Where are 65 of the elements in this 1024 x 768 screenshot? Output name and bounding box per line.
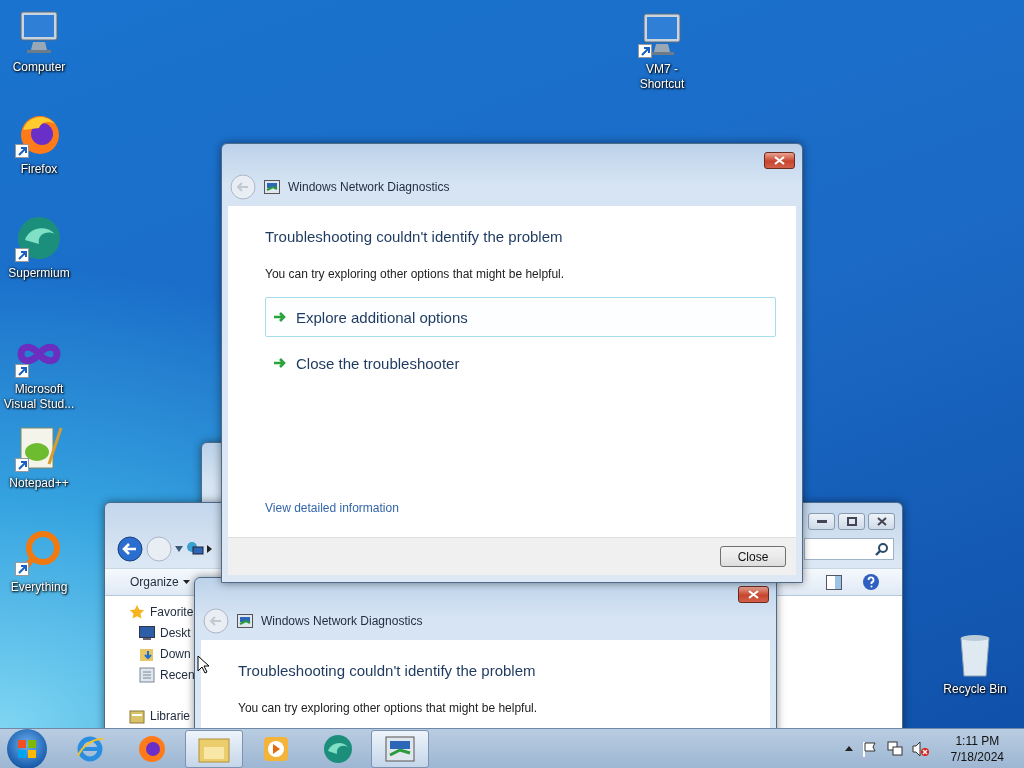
star-icon <box>129 603 145 620</box>
details-link[interactable]: View detailed information <box>265 501 796 515</box>
desktop-icon-label[interactable]: Firefox <box>20 162 58 177</box>
network-monitor-icon <box>385 735 415 762</box>
library-icon <box>129 707 145 724</box>
nav-item[interactable]: Deskt <box>160 625 191 640</box>
sphere-logo-icon <box>322 732 354 765</box>
close-button[interactable] <box>764 152 795 169</box>
clock-date: 7/18/2024 <box>950 748 1004 765</box>
nav-item[interactable]: Down <box>160 646 191 661</box>
close-icon <box>748 590 759 599</box>
organize-menu[interactable]: Organize <box>130 575 190 589</box>
desktop-icon-label[interactable]: VM7 - Shortcut <box>623 62 701 92</box>
taskbar-app-button[interactable] <box>371 729 429 768</box>
intro-text: You can try exploring other options that might be helpful. <box>265 267 566 281</box>
sphere-logo-icon <box>15 214 63 262</box>
heading: Troubleshooting couldn't identify the problem <box>238 662 537 679</box>
start-button[interactable] <box>7 728 47 768</box>
intro-text: You can try exploring other options that might be helpful. <box>238 701 539 715</box>
nav-item[interactable]: Recen <box>160 667 195 682</box>
desktop-icon-label[interactable]: Supermium <box>8 266 70 281</box>
nav-item[interactable]: Favorite <box>150 604 194 619</box>
network-icon <box>186 541 204 557</box>
fox-globe-icon <box>137 733 167 764</box>
recent-places-icon <box>139 666 155 683</box>
network-monitor-icon <box>237 614 253 628</box>
desktop-icon-label[interactable]: Computer <box>12 60 66 75</box>
help-icon[interactable] <box>862 573 880 591</box>
flag-icon[interactable] <box>861 740 878 757</box>
heading: Troubleshooting couldn't identify the problem <box>265 228 564 245</box>
chevron-up-icon[interactable] <box>844 746 853 751</box>
window-title: Windows Network Diagnostics <box>261 614 423 628</box>
maximize-icon <box>846 517 857 526</box>
windows-logo-icon <box>17 738 37 759</box>
close-icon <box>876 517 887 526</box>
window-title: Windows Network Diagnostics <box>288 180 450 194</box>
nav-item[interactable]: Librarie <box>150 708 191 723</box>
network-icon[interactable] <box>886 740 903 757</box>
dropdown-caret-icon[interactable] <box>175 546 183 552</box>
clock[interactable]: 1:11 PM 7/18/2024 <box>950 732 1004 765</box>
search-icon <box>875 542 889 556</box>
close-button[interactable] <box>738 586 769 603</box>
option-link[interactable]: Close the troubleshooter <box>265 343 776 383</box>
desktop-icon-label[interactable]: Microsoft Visual Stud... <box>0 382 78 412</box>
option-link[interactable]: Explore additional options <box>265 297 776 337</box>
clock-time: 1:11 PM <box>955 732 1000 749</box>
caret-icon <box>182 580 190 584</box>
minimize-icon <box>816 519 827 524</box>
muted-speaker-icon[interactable] <box>911 740 930 757</box>
back-button[interactable] <box>117 536 143 562</box>
preview-pane-icon[interactable] <box>826 574 842 590</box>
play-icon <box>262 734 290 763</box>
close-button[interactable]: Close <box>720 546 786 567</box>
close-icon <box>774 156 785 165</box>
maximize-button[interactable] <box>838 513 865 530</box>
arrow-icon <box>273 357 287 369</box>
taskbar-app-button[interactable] <box>185 729 243 768</box>
arrow-icon <box>273 311 287 323</box>
close-button[interactable] <box>868 513 895 530</box>
search-field[interactable] <box>804 538 894 560</box>
monitor-icon <box>139 625 155 640</box>
breadcrumb-arrow-icon[interactable] <box>207 545 212 553</box>
desktop-icon-label[interactable]: Recycle Bin <box>943 682 1007 697</box>
minimize-button[interactable] <box>808 513 835 530</box>
network-monitor-icon <box>264 180 280 194</box>
